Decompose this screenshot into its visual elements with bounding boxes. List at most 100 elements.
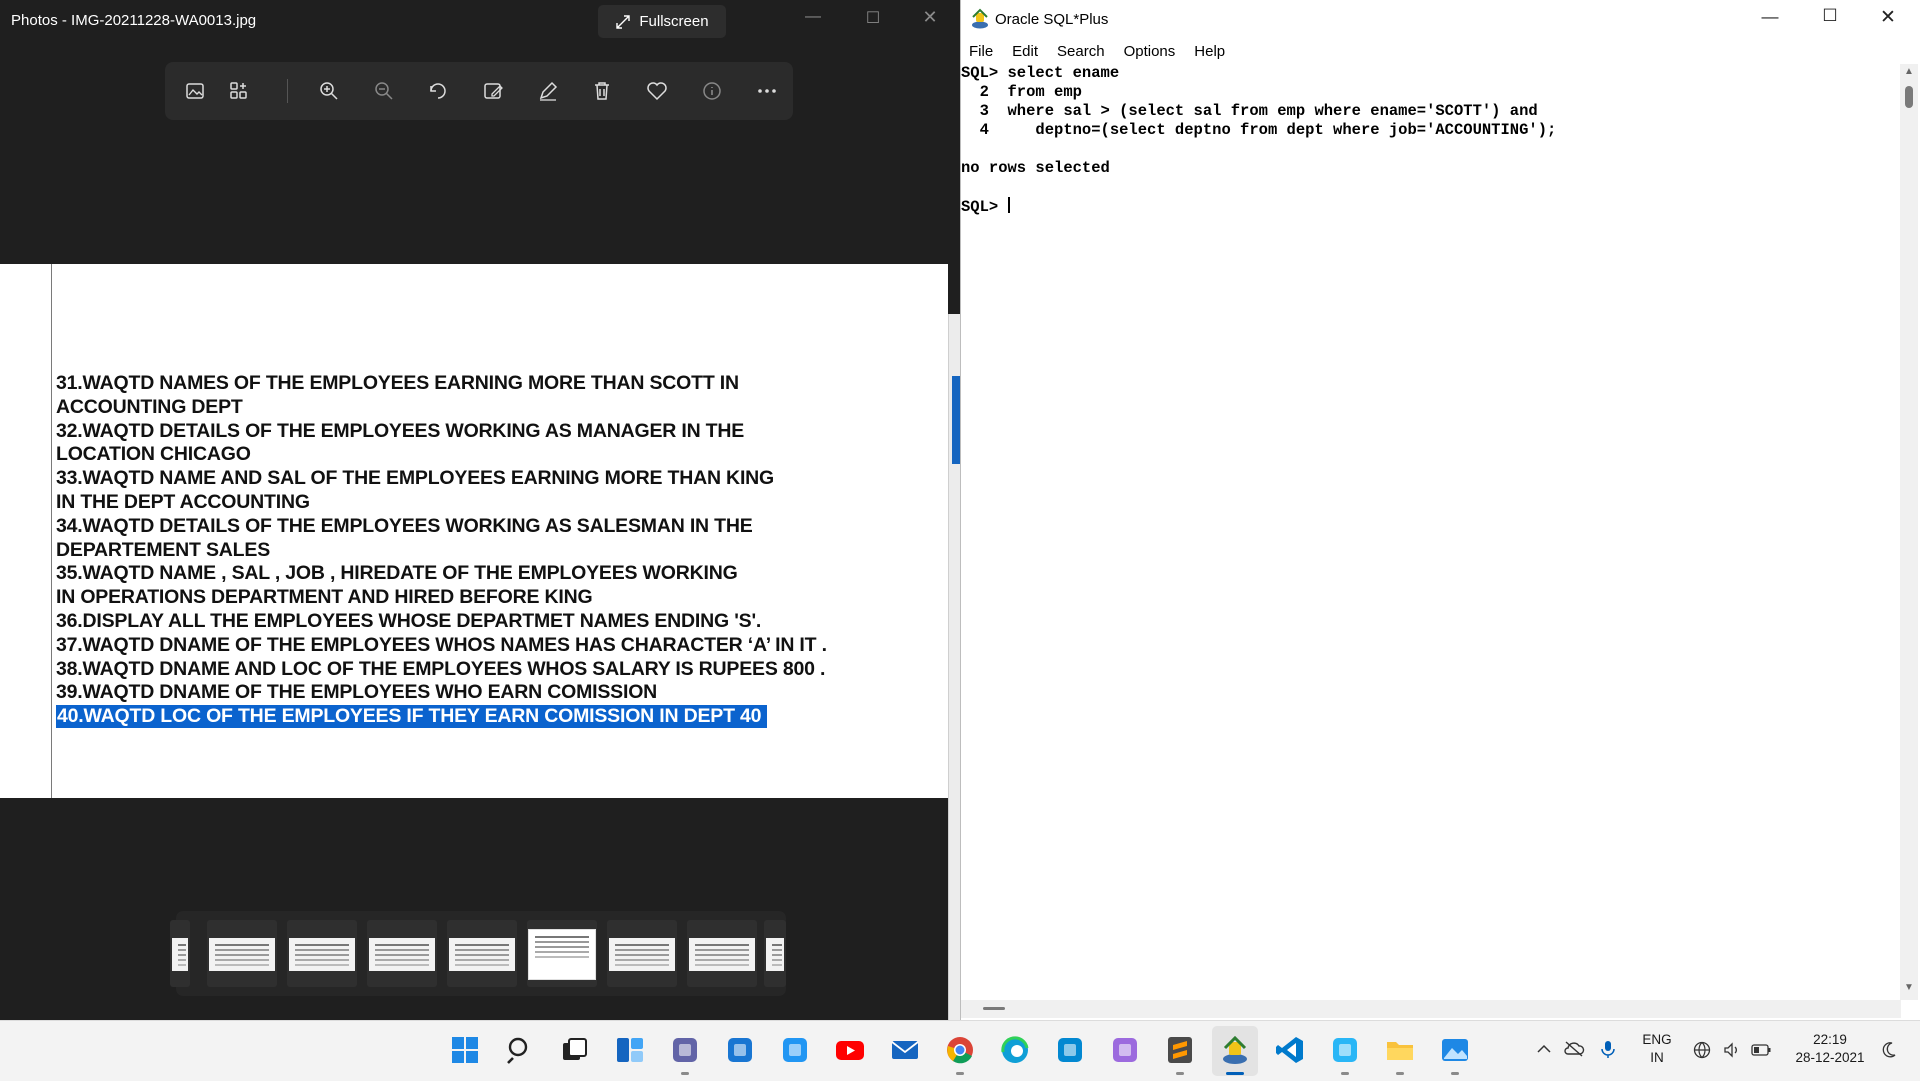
- scroll-down-arrow-icon[interactable]: ▼: [1904, 982, 1914, 993]
- sublime-text-icon[interactable]: [1164, 1034, 1196, 1066]
- filmstrip-thumbnail[interactable]: [287, 920, 357, 987]
- menu-file[interactable]: File: [961, 40, 1001, 62]
- youtube-icon[interactable]: [834, 1034, 866, 1066]
- filmstrip-thumbnail[interactable]: [607, 920, 677, 987]
- console-line: 4 deptno=(select deptno from dept where …: [961, 121, 1901, 140]
- more-icon[interactable]: [755, 79, 779, 103]
- zoom-in-icon[interactable]: [317, 79, 341, 103]
- menu-help[interactable]: Help: [1186, 40, 1233, 62]
- volume-icon[interactable]: [1722, 1040, 1742, 1065]
- console-line: no rows selected: [961, 159, 1901, 178]
- thumbnail-text-lines: [695, 944, 749, 946]
- horizontal-scrollbar[interactable]: [961, 1000, 1901, 1018]
- running-indicator: [956, 1072, 964, 1075]
- running-indicator: [1396, 1072, 1404, 1075]
- clock-date: 28-12-2021: [1795, 1050, 1865, 1065]
- battery-icon[interactable]: [1750, 1041, 1772, 1064]
- console-line-text: 4 deptno=(select deptno from dept where …: [961, 121, 1557, 139]
- running-indicator: [681, 1072, 689, 1075]
- start-icon[interactable]: [449, 1034, 481, 1066]
- close-button[interactable]: ✕: [910, 7, 950, 28]
- edit-image-icon[interactable]: [481, 79, 505, 103]
- document-line: 38.WAQTD DNAME AND LOC OF THE EMPLOYEES …: [56, 657, 826, 680]
- console-line: 3 where sal > (select sal from emp where…: [961, 102, 1901, 121]
- console-line-text: 3 where sal > (select sal from emp where…: [961, 102, 1538, 120]
- zoom-out-icon[interactable]: [372, 79, 396, 103]
- clock-time: 22:19: [1813, 1032, 1847, 1047]
- minimize-button[interactable]: —: [793, 8, 833, 26]
- running-indicator: [1226, 1072, 1244, 1075]
- thumbnail-image: [449, 938, 515, 971]
- task-view-icon[interactable]: [559, 1034, 591, 1066]
- search-icon[interactable]: [504, 1034, 536, 1066]
- phone-icon[interactable]: [779, 1034, 811, 1066]
- sql-maximize-button[interactable]: ☐: [1807, 6, 1853, 26]
- text-caret: [1007, 197, 1010, 213]
- vertical-scrollbar[interactable]: ▲ ▼: [1900, 64, 1918, 1000]
- store-icon[interactable]: [724, 1034, 756, 1066]
- menu-edit[interactable]: Edit: [1004, 40, 1046, 62]
- remote-desktop-icon[interactable]: [1054, 1034, 1086, 1066]
- image-icon[interactable]: [183, 79, 207, 103]
- sqlplus-app-icon: [969, 8, 991, 30]
- sql-close-button[interactable]: ✕: [1865, 6, 1911, 29]
- favorite-icon[interactable]: [645, 79, 669, 103]
- clock[interactable]: 22:19 28-12-2021: [1790, 1031, 1870, 1067]
- filmstrip-thumbnail[interactable]: [367, 920, 437, 987]
- thumbnail-image: [172, 938, 188, 971]
- console-line: 2 from emp: [961, 83, 1901, 102]
- menu-search[interactable]: Search: [1049, 40, 1113, 62]
- toolbar-divider: [287, 79, 288, 103]
- filmstrip-thumbnail[interactable]: [170, 920, 190, 987]
- draw-icon[interactable]: [536, 79, 560, 103]
- filmstrip-thumbnail[interactable]: [207, 920, 277, 987]
- vscode-icon[interactable]: [1274, 1034, 1306, 1066]
- delete-icon[interactable]: [590, 79, 614, 103]
- focus-assist-moon-icon[interactable]: [1880, 1040, 1898, 1065]
- photos-toolbar: [165, 62, 793, 120]
- thumbnail-image: [528, 929, 596, 980]
- file-explorer-icon[interactable]: [1384, 1034, 1416, 1066]
- filmstrip-thumbnail[interactable]: [447, 920, 517, 987]
- mail-icon[interactable]: [889, 1034, 921, 1066]
- image-margin-line: [51, 264, 52, 798]
- console-line-text: SQL>: [961, 198, 1008, 216]
- album-icon[interactable]: [227, 79, 251, 103]
- git-icon[interactable]: [1109, 1034, 1141, 1066]
- expand-icon: [616, 14, 631, 29]
- info-icon[interactable]: [700, 79, 724, 103]
- filmstrip-thumbnail[interactable]: [764, 920, 786, 987]
- teams-chat-icon[interactable]: [669, 1034, 701, 1066]
- horizontal-scroll-thumb[interactable]: [983, 1007, 1005, 1010]
- widgets-icon[interactable]: [614, 1034, 646, 1066]
- menu-options[interactable]: Options: [1116, 40, 1184, 62]
- network-icon[interactable]: [1692, 1040, 1712, 1065]
- sql-minimize-button[interactable]: —: [1747, 7, 1793, 27]
- console-line-text: 2 from emp: [961, 83, 1082, 101]
- filmstrip-thumbnail[interactable]: [527, 920, 597, 987]
- chrome-icon[interactable]: [944, 1034, 976, 1066]
- photos-window-title: Photos - IMG-20211228-WA0013.jpg: [11, 12, 257, 29]
- sql-console[interactable]: SQL> select ename 2 from emp 3 where sal…: [961, 64, 1901, 1004]
- thumbnail-text-lines: [772, 944, 782, 946]
- rotate-icon[interactable]: [426, 79, 450, 103]
- input-language[interactable]: ENG IN: [1636, 1031, 1678, 1067]
- photos-icon[interactable]: [1439, 1034, 1471, 1066]
- edge-icon[interactable]: [999, 1034, 1031, 1066]
- document-line: 33.WAQTD NAME AND SAL OF THE EMPLOYEES E…: [56, 467, 775, 490]
- filmstrip-thumbnail[interactable]: [687, 920, 757, 987]
- fullscreen-button[interactable]: Fullscreen: [598, 5, 726, 38]
- sqlplus-menubar: File Edit Search Options Help: [961, 40, 1236, 62]
- vertical-scroll-thumb[interactable]: [1905, 86, 1913, 108]
- document-line: LOCATION CHICAGO: [56, 443, 251, 466]
- sqlplus-icon[interactable]: [1219, 1034, 1251, 1066]
- maximize-button[interactable]: ☐: [853, 8, 893, 28]
- document-line: 31.WAQTD NAMES OF THE EMPLOYEES EARNING …: [56, 372, 739, 394]
- document-line: IN OPERATIONS DEPARTMENT AND HIRED BEFOR…: [56, 586, 593, 609]
- microphone-icon[interactable]: [1599, 1039, 1617, 1064]
- show-hidden-icons-icon[interactable]: [1535, 1040, 1553, 1063]
- notepad-icon[interactable]: [1329, 1034, 1361, 1066]
- onedrive-offline-icon[interactable]: [1563, 1040, 1585, 1063]
- scroll-up-arrow-icon[interactable]: ▲: [1904, 66, 1914, 77]
